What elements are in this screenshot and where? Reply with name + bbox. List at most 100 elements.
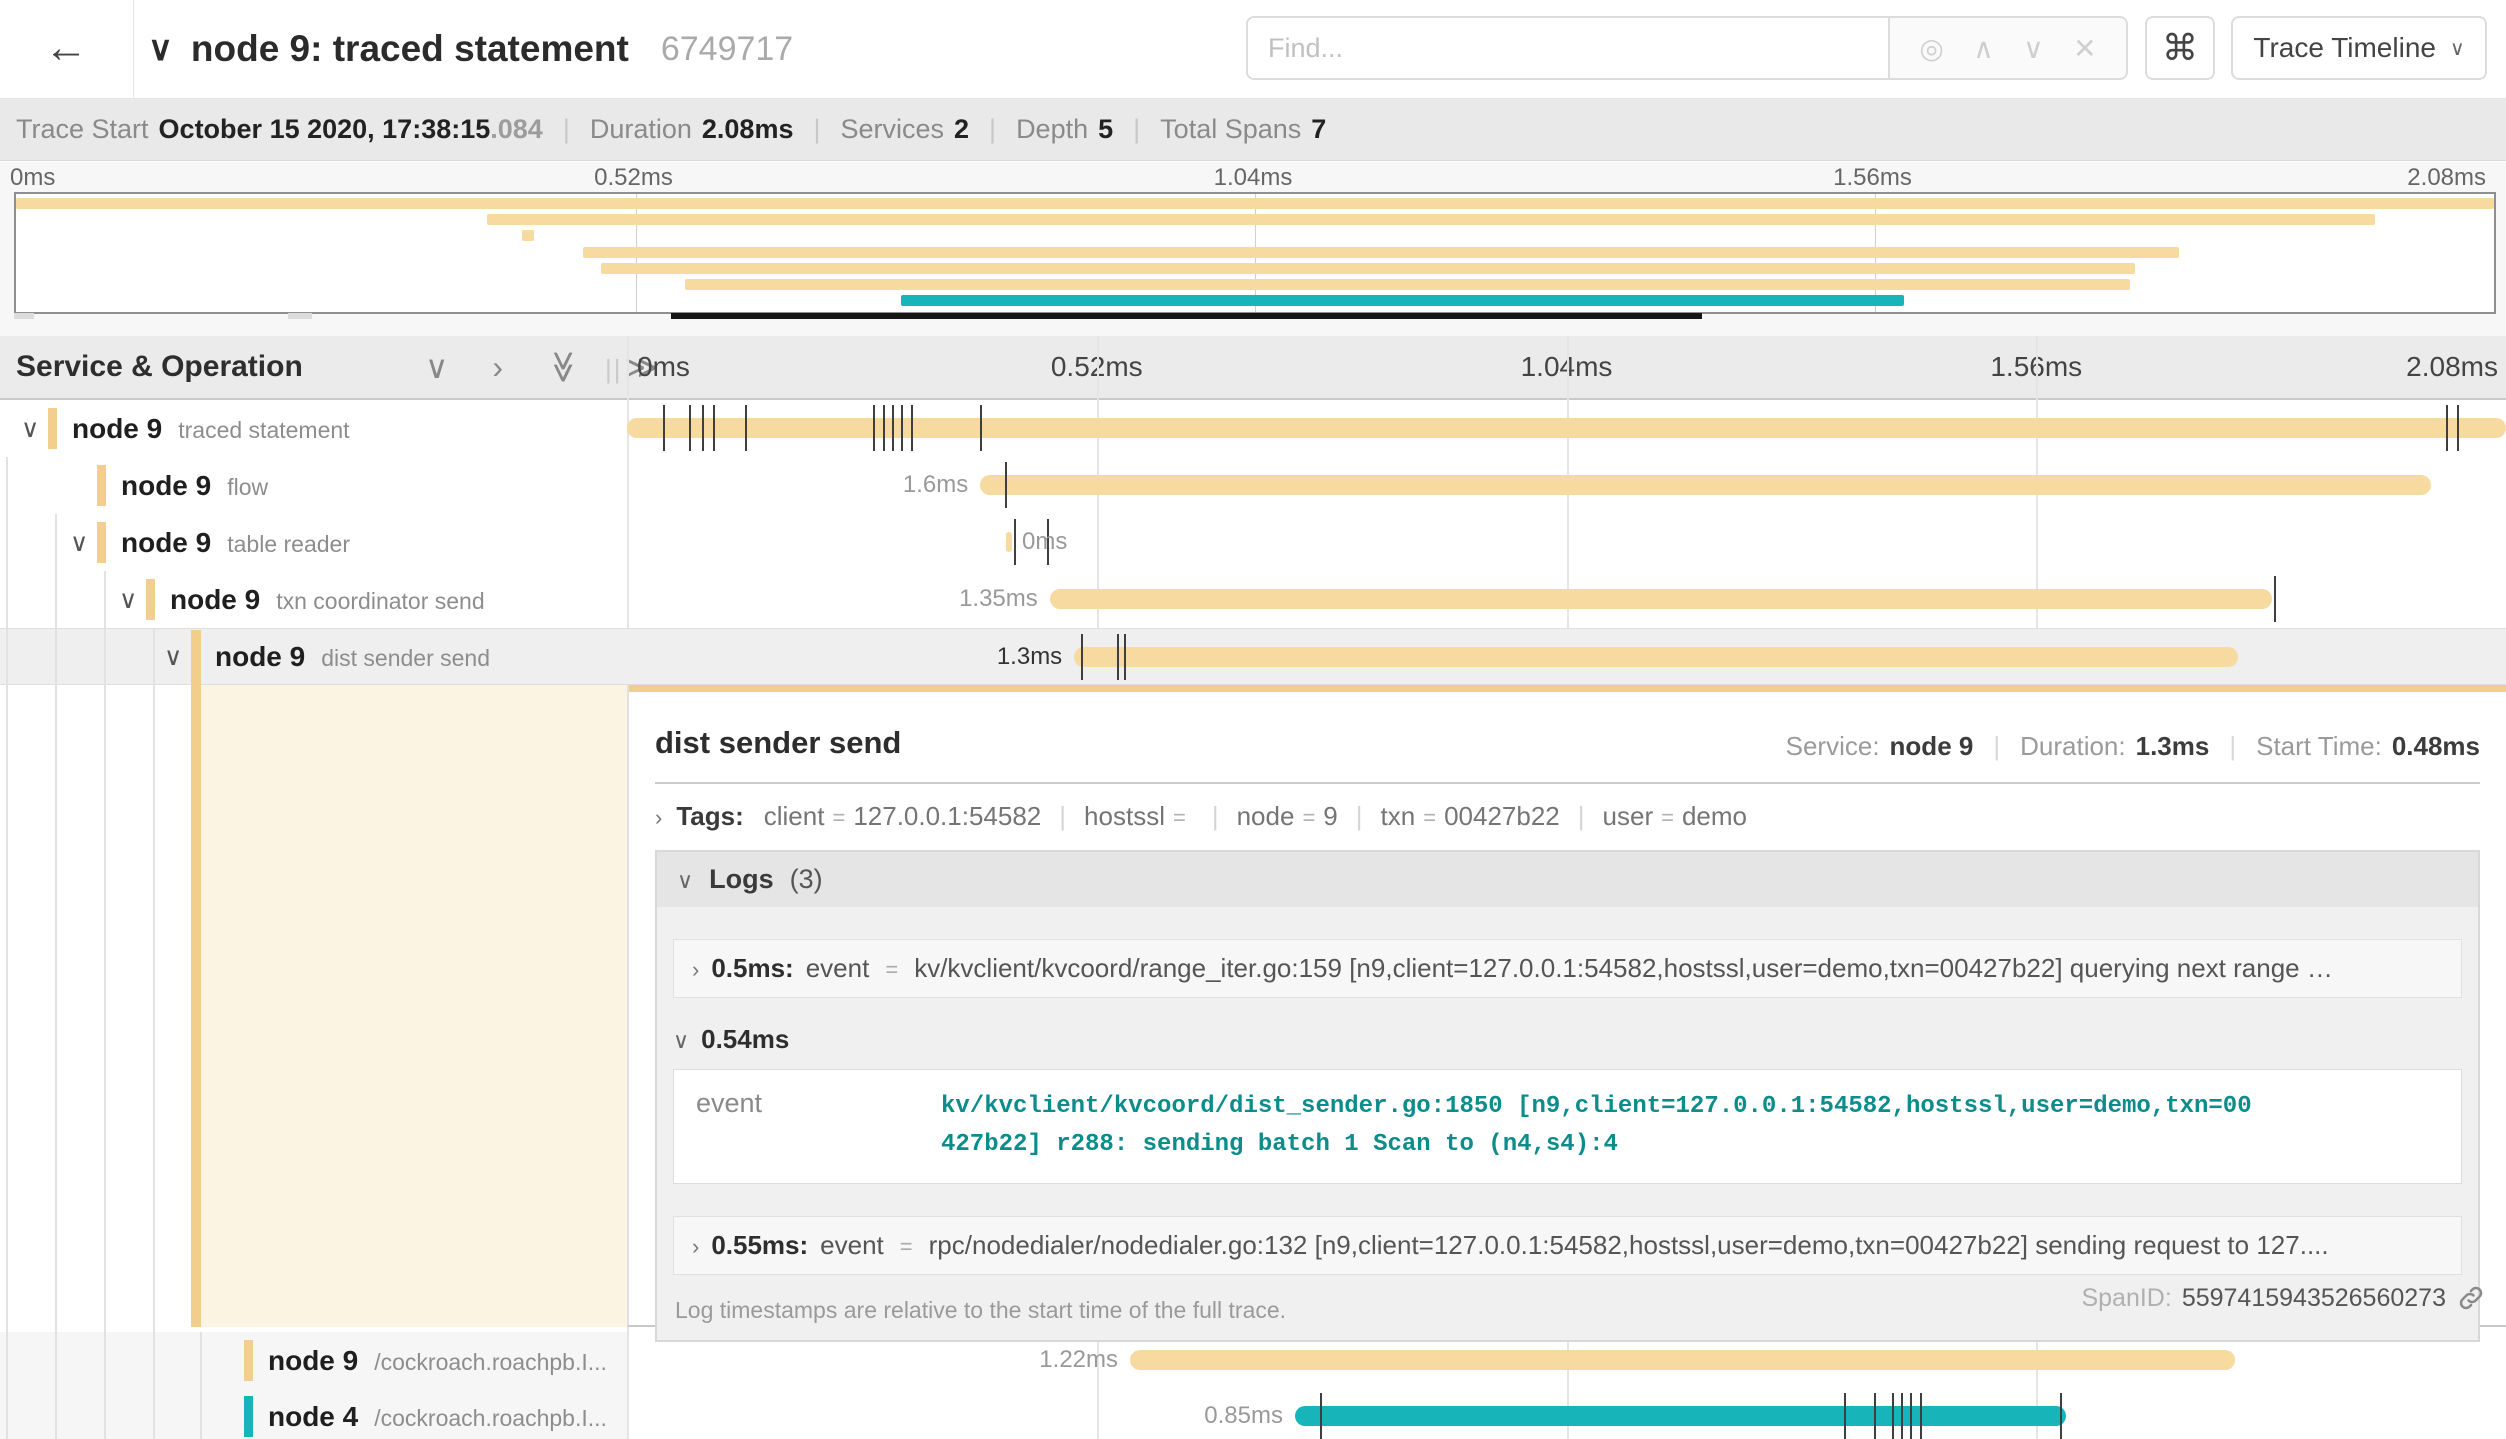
- trace-id: 6749717: [661, 30, 793, 69]
- next-result-icon[interactable]: ∨: [2023, 32, 2044, 65]
- span-log-tick: [901, 405, 903, 451]
- back-button[interactable]: ←: [26, 14, 106, 82]
- span-name-cell[interactable]: node 9traced statement: [72, 413, 350, 445]
- detail-span-info: Service: node 9 | Duration: 1.3ms | Star…: [1786, 731, 2480, 762]
- span-name-cell[interactable]: node 9table reader: [121, 527, 350, 559]
- tag-separator: |: [1356, 801, 1363, 832]
- trace-minimap[interactable]: [14, 192, 2496, 314]
- span-duration-label: 1.35ms: [959, 585, 1038, 613]
- span-color-chip: [146, 579, 155, 620]
- span-duration-label: 0ms: [1022, 528, 1067, 556]
- trace-collapse-icon[interactable]: ∨: [148, 29, 173, 69]
- span-toggle-chevron-icon[interactable]: ∨: [119, 585, 137, 615]
- span-duration-bar[interactable]: [1295, 1406, 2066, 1426]
- summary-item-value: 2: [954, 114, 969, 145]
- span-name-cell[interactable]: node 9flow: [121, 470, 268, 502]
- log-timestamp: 0.54ms: [701, 1024, 789, 1055]
- summary-item-label: Services: [840, 114, 944, 145]
- chevron-down-icon: ∨: [673, 1028, 689, 1054]
- expand-one-icon[interactable]: ›: [492, 349, 503, 386]
- tags-row[interactable]: › Tags: client=127.0.0.1:54582|hostssl=|…: [655, 801, 1747, 832]
- span-name-cell[interactable]: node 4/cockroach.roachpb.I...: [268, 1401, 607, 1433]
- page-title: node 9: traced statement: [191, 28, 629, 70]
- tag-separator: |: [1212, 801, 1219, 832]
- span-color-chip: [97, 465, 106, 506]
- minimap-drag-handle[interactable]: [288, 313, 312, 319]
- chevron-down-icon: ∨: [677, 868, 693, 894]
- span-duration-bar[interactable]: [627, 418, 2506, 438]
- span-toggle-chevron-icon[interactable]: ∨: [70, 528, 88, 558]
- trace-title-wrap: ∨ node 9: traced statement 6749717: [148, 0, 793, 98]
- ruler-tick-label: 1.04ms: [1214, 164, 1293, 192]
- span-service-name: node 9: [215, 641, 305, 673]
- span-service-name: node 9: [170, 584, 260, 616]
- log-entry-row[interactable]: ›0.5ms:event=kv/kvclient/kvcoord/range_i…: [673, 939, 2462, 998]
- log-field-value: rpc/nodedialer/nodedialer.go:132 [n9,cli…: [929, 1230, 2329, 1261]
- span-duration-bar[interactable]: [1074, 647, 2238, 667]
- log-kv-table: eventkv/kvclient/kvcoord/dist_sender.go:…: [673, 1069, 2462, 1184]
- tag-key: client: [764, 801, 825, 832]
- service-operation-header: Service & Operation: [16, 336, 303, 398]
- span-name-cell[interactable]: node 9dist sender send: [215, 641, 490, 673]
- summary-item-label: Depth: [1016, 114, 1088, 145]
- span-toggle-chevron-icon[interactable]: ∨: [164, 642, 182, 672]
- collapse-all-icon[interactable]: ≫: [545, 350, 583, 384]
- collapse-one-icon[interactable]: ∨: [425, 348, 448, 386]
- keyboard-shortcuts-button[interactable]: ⌘: [2145, 16, 2215, 80]
- span-row[interactable]: ∨node 9dist sender send1.3ms: [0, 628, 2506, 685]
- span-row[interactable]: ∨ node 9table reader 0ms: [0, 514, 2506, 571]
- span-service-name: node 9: [72, 413, 162, 445]
- summary-item-value: October 15 2020, 17:38:15: [159, 114, 491, 145]
- span-duration-bar[interactable]: [1130, 1350, 2235, 1370]
- view-selector-label: Trace Timeline: [2253, 32, 2436, 64]
- chevron-right-icon[interactable]: ›: [655, 805, 662, 831]
- indent-guide-line: [55, 514, 57, 1439]
- span-row[interactable]: ∨ node 9txn coordinator send 1.35ms: [0, 571, 2506, 628]
- span-operation-name: /cockroach.roachpb.I...: [374, 1349, 607, 1376]
- minimap-ruler: 0ms0.52ms1.04ms1.56ms2.08ms: [0, 162, 2506, 192]
- start-time-value: 0.48ms: [2392, 731, 2480, 762]
- span-log-tick: [1920, 1393, 1922, 1439]
- top-bar: ← ∨ node 9: traced statement 6749717 ◎ ∧…: [0, 0, 2506, 99]
- span-duration-bar[interactable]: [1050, 589, 2272, 609]
- span-row[interactable]: node 9flow1.6ms: [0, 457, 2506, 514]
- span-log-tick: [1124, 634, 1126, 680]
- indent-guide-line: [104, 571, 106, 1439]
- log-field-value: kv/kvclient/kvcoord/range_iter.go:159 [n…: [914, 953, 2333, 984]
- span-row[interactable]: ∨ node 9traced statement: [0, 400, 2506, 457]
- span-name-cell[interactable]: node 9/cockroach.roachpb.I...: [268, 1345, 607, 1377]
- clear-search-icon[interactable]: ✕: [2073, 32, 2096, 65]
- spanid-value: 5597415943526560273: [2182, 1284, 2446, 1313]
- detail-top-accent: [629, 685, 2506, 692]
- summary-item-value: 5: [1098, 114, 1113, 145]
- span-toggle-chevron-icon[interactable]: ∨: [21, 414, 39, 444]
- span-log-tick: [745, 405, 747, 451]
- log-timestamp: 0.5ms:: [711, 953, 793, 984]
- minimap-span-bar: [16, 198, 2494, 209]
- find-input[interactable]: [1246, 16, 1888, 80]
- minimap-viewport-bar[interactable]: [671, 313, 1702, 319]
- tag-equals: =: [1302, 805, 1315, 831]
- tag-key: node: [1237, 801, 1295, 832]
- detail-left-gutter: [201, 685, 627, 1327]
- prev-result-icon[interactable]: ∧: [1973, 32, 1994, 65]
- minimap-span-bar: [487, 214, 2375, 225]
- tag-separator: |: [1059, 801, 1066, 832]
- minimap-drag-handle[interactable]: [14, 313, 34, 319]
- span-name-cell[interactable]: node 9txn coordinator send: [170, 584, 485, 616]
- summary-item-value: 2.08ms: [702, 114, 794, 145]
- column-resize-handle[interactable]: ||: [605, 354, 623, 385]
- log-entry-header[interactable]: ∨ 0.54ms: [673, 1024, 2462, 1055]
- minimap-band: 0ms0.52ms1.04ms1.56ms2.08ms: [0, 162, 2506, 336]
- log-entry-row[interactable]: ›0.55ms:event=rpc/nodedialer/nodedialer.…: [673, 1216, 2462, 1275]
- tag-value: 9: [1323, 801, 1337, 832]
- view-selector-button[interactable]: Trace Timeline ∨: [2231, 16, 2487, 80]
- match-case-icon[interactable]: ◎: [1919, 32, 1943, 65]
- span-duration-bar[interactable]: [980, 475, 2431, 495]
- span-row[interactable]: node 4/cockroach.roachpb.I...0.85ms: [0, 1388, 2506, 1439]
- span-duration-bar[interactable]: [1006, 532, 1012, 552]
- service-label: Service:: [1786, 731, 1880, 762]
- link-icon[interactable]: [2456, 1283, 2486, 1313]
- summary-item-label: Trace Start: [16, 114, 149, 145]
- logs-header[interactable]: ∨ Logs (3): [657, 852, 2478, 907]
